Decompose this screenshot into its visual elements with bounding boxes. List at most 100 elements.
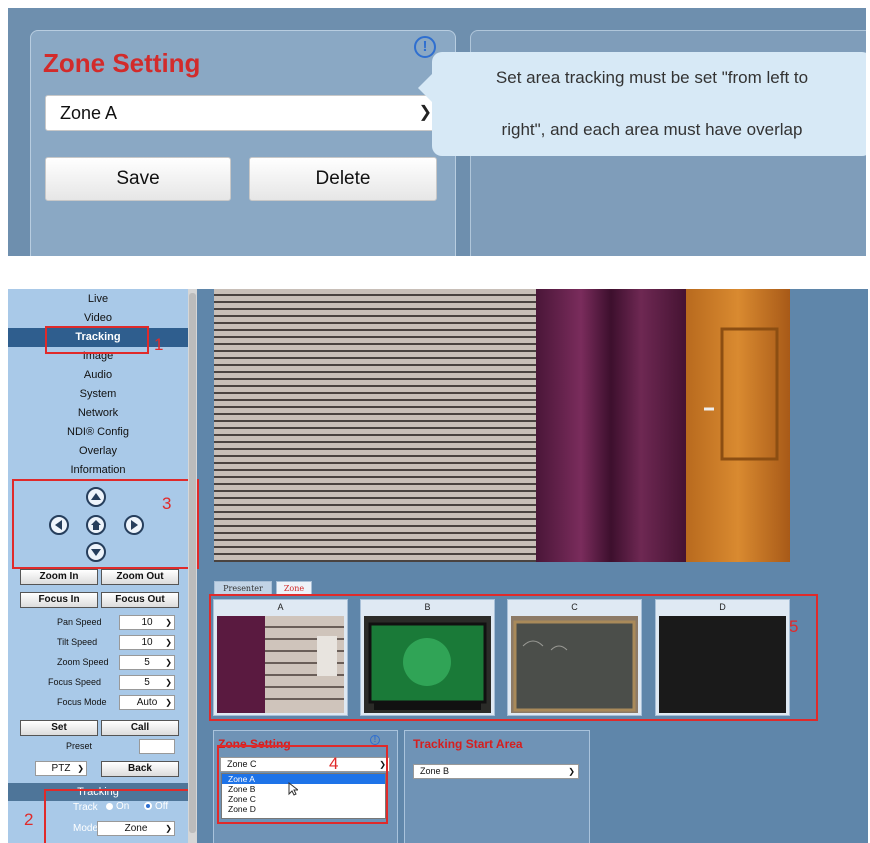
sidebar-item-ndi-config[interactable]: NDI® Config: [8, 423, 188, 442]
speed-select-value: 10: [141, 617, 153, 628]
zone-b-thumbnail: [364, 616, 491, 713]
speed-select-value: 10: [141, 637, 153, 648]
arrow-up-button[interactable]: [86, 487, 106, 507]
zone-a-thumbnail: [217, 616, 344, 713]
speed-select[interactable]: 10 ❯: [119, 635, 175, 650]
zone-select[interactable]: Zone A ❯: [45, 95, 443, 131]
zone-setting-title: Zone Setting: [43, 48, 201, 78]
sidebar: Live Video Tracking Image Audio System Network…: [8, 289, 199, 843]
zoom-out-button[interactable]: Zoom Out: [101, 569, 179, 585]
zone-card-label: A: [277, 602, 284, 612]
arrow-left-icon: [55, 520, 62, 530]
preset-input[interactable]: [139, 739, 175, 754]
arrow-down-button[interactable]: [86, 542, 106, 562]
annotation-number-4: 4: [329, 754, 339, 773]
zone-card-b[interactable]: B: [360, 599, 495, 716]
zoomed-zone-setting-panel: Zone Setting ! Zone A ❯ Save Delete Set …: [8, 8, 866, 256]
track-on-radio[interactable]: On: [106, 801, 129, 812]
tooltip-line-2: right", and each area must have overlap: [501, 120, 803, 139]
radio-selected-icon: [144, 802, 152, 811]
zone-card-label: B: [424, 602, 431, 612]
zone-c-thumbnail: [511, 616, 638, 713]
chevron-down-icon: ❯: [165, 618, 172, 627]
sidebar-item-audio[interactable]: Audio: [8, 366, 188, 385]
speed-label: Tilt Speed: [57, 637, 98, 647]
annotation-box-1: [45, 326, 149, 354]
speed-select-value: Auto: [136, 697, 158, 708]
tracking-start-select[interactable]: Zone B ❯: [413, 764, 579, 779]
ptz-select[interactable]: PTZ ❯: [35, 761, 87, 776]
save-button[interactable]: Save: [45, 157, 231, 201]
tracking-start-area-title: Tracking Start Area: [413, 737, 523, 751]
preset-set-button[interactable]: Set: [20, 720, 98, 736]
zone-card-c[interactable]: C: [507, 599, 642, 716]
mode-select[interactable]: Zone ❯: [97, 821, 175, 836]
tracking-start-area-panel: Tracking Start Area Zone B ❯: [404, 730, 590, 843]
speed-label: Pan Speed: [57, 617, 102, 627]
preset-label: Preset: [66, 741, 93, 751]
chevron-down-icon: ❯: [568, 767, 575, 776]
speed-select-value: 5: [144, 657, 150, 668]
arrow-right-button[interactable]: [124, 515, 144, 535]
arrow-down-icon: [91, 549, 101, 556]
speed-select[interactable]: 5 ❯: [119, 655, 175, 670]
zone-tooltip: Set area tracking must be set "from left…: [418, 52, 866, 156]
mode-select-value: Zone: [124, 823, 148, 834]
sidebar-item-live[interactable]: Live: [8, 290, 188, 309]
speed-select[interactable]: 5 ❯: [119, 675, 175, 690]
sidebar-scrollbar[interactable]: [188, 289, 197, 843]
zone-card-a[interactable]: A: [213, 599, 348, 716]
focus-in-button[interactable]: Focus In: [20, 592, 98, 608]
annotation-box-4: [217, 745, 388, 824]
track-off-label: Off: [155, 801, 169, 812]
sidebar-item-information[interactable]: Information: [8, 461, 188, 480]
live-video-feed[interactable]: [214, 289, 790, 562]
zoom-in-button[interactable]: Zoom In: [20, 569, 98, 585]
speed-label: Focus Speed: [48, 677, 102, 687]
chevron-down-icon: ❯: [77, 764, 84, 773]
mode-label: Mode: [73, 823, 99, 834]
focus-out-button[interactable]: Focus Out: [101, 592, 179, 608]
chevron-down-icon: ❯: [165, 638, 172, 647]
ptz-select-value: PTZ: [51, 763, 71, 774]
annotation-number-5: 5: [789, 617, 799, 636]
tooltip-line-1: Set area tracking must be set "from left…: [495, 68, 809, 87]
arrow-left-button[interactable]: [49, 515, 69, 535]
annotation-number-3: 3: [162, 494, 172, 513]
video-frame: [214, 289, 790, 562]
zone-select-value: Zone A: [60, 103, 118, 123]
radio-icon: [106, 802, 113, 810]
zone-d-thumbnail: [659, 616, 786, 713]
zone-card-label: C: [571, 602, 578, 612]
speed-label: Focus Mode: [57, 697, 107, 707]
arrow-right-icon: [131, 520, 138, 530]
track-off-radio[interactable]: Off: [144, 801, 168, 812]
home-button[interactable]: [86, 515, 106, 535]
sidebar-item-overlay[interactable]: Overlay: [8, 442, 188, 461]
speed-select[interactable]: Auto ❯: [119, 695, 175, 710]
sidebar-item-system[interactable]: System: [8, 385, 188, 404]
info-circle-icon[interactable]: !: [370, 735, 380, 745]
chevron-down-icon: ❯: [165, 678, 172, 687]
annotation-number-2: 2: [24, 810, 34, 829]
home-icon: [91, 520, 101, 530]
speed-select-value: 5: [144, 677, 150, 688]
back-button[interactable]: Back: [101, 761, 179, 777]
tab-zone[interactable]: Zone: [276, 581, 312, 595]
tab-presenter[interactable]: Presenter: [214, 581, 272, 595]
preset-call-button[interactable]: Call: [101, 720, 179, 736]
zone-card-d[interactable]: D: [655, 599, 790, 716]
speed-label: Zoom Speed: [57, 657, 109, 667]
scrollbar-thumb[interactable]: [189, 293, 196, 833]
track-on-label: On: [116, 801, 130, 812]
delete-button[interactable]: Delete: [249, 157, 437, 201]
chevron-down-icon: ❯: [165, 698, 172, 707]
speed-select[interactable]: 10 ❯: [119, 615, 175, 630]
annotation-number-1: 1: [154, 335, 164, 354]
chevron-down-icon: ❯: [165, 824, 172, 833]
zone-card-label: D: [719, 602, 726, 612]
sidebar-item-network[interactable]: Network: [8, 404, 188, 423]
zone-setting-card: Zone Setting ! Zone A ❯ Save Delete: [30, 30, 456, 256]
tracking-start-value: Zone B: [420, 766, 450, 776]
chevron-down-icon: ❯: [165, 658, 172, 667]
